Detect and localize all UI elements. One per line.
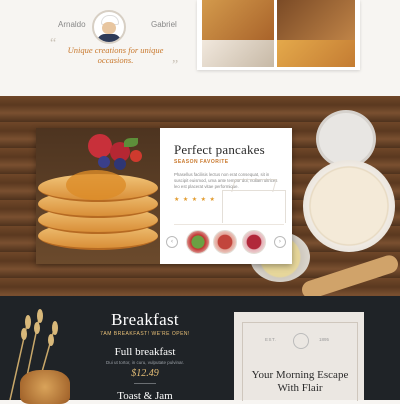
- poster-year: 1895: [319, 337, 330, 342]
- croissant-emblem-icon: [293, 333, 309, 349]
- food-photo-grid: [197, 0, 360, 70]
- carousel-thumbnail[interactable]: [242, 230, 266, 254]
- poster-frame: EST. 1895 Your Morning Escape With Flair: [242, 322, 358, 401]
- chef-row: Arnaldo Gabriel: [58, 10, 188, 44]
- food-photo: [202, 40, 274, 67]
- menu-divider: [134, 383, 156, 384]
- pancake-photo: [36, 128, 160, 264]
- card-title: Perfect pancakes: [174, 142, 265, 157]
- chef-name-right: Gabriel: [151, 20, 177, 29]
- poster-card: EST. 1895 Your Morning Escape With Flair: [234, 312, 364, 401]
- featured-recipe-card: Perfect pancakes SEASON FAVORITE Phasell…: [36, 128, 292, 264]
- menu-item-description: Dui ut tortor, in curu, vulputate pulvin…: [105, 360, 185, 365]
- house-sketch-illustration: [222, 190, 286, 223]
- breakfast-hours: 7AM BREAKFAST! WE'RE OPEN!: [100, 331, 190, 337]
- food-photo: [277, 0, 355, 40]
- carousel-next-button[interactable]: ›: [274, 236, 286, 248]
- breakfast-title: Breakfast: [111, 310, 179, 329]
- bread-image: [20, 370, 70, 404]
- menu-item-name: Full breakfast: [114, 346, 176, 358]
- food-photo: [277, 40, 355, 67]
- card-subtitle: SEASON FAVORITE: [174, 159, 229, 165]
- menu-item-price: $12.49: [131, 368, 159, 379]
- carousel-thumbnail[interactable]: [213, 230, 237, 254]
- poster-est-label: EST.: [265, 337, 277, 342]
- chef-name-left: Arnaldo: [58, 20, 86, 29]
- food-photo: [202, 0, 274, 40]
- poster-title: Your Morning Escape With Flair: [251, 369, 349, 394]
- rating-stars: ★ ★ ★ ★ ★: [174, 197, 216, 203]
- tagline: Unique creations for unique occasions.: [67, 45, 164, 65]
- carousel-thumbnail[interactable]: [186, 230, 210, 254]
- chef-avatar: [92, 10, 126, 44]
- flour-bowl-image: [303, 160, 395, 252]
- quote-open-icon: “: [50, 36, 57, 51]
- card-divider: [174, 224, 284, 225]
- quote-close-icon: ”: [172, 58, 179, 73]
- menu-item-name: Toast & Jam: [117, 390, 173, 402]
- chef-section: Arnaldo Gabriel “ Unique creations for u…: [0, 0, 400, 96]
- carousel-prev-button[interactable]: ‹: [166, 236, 178, 248]
